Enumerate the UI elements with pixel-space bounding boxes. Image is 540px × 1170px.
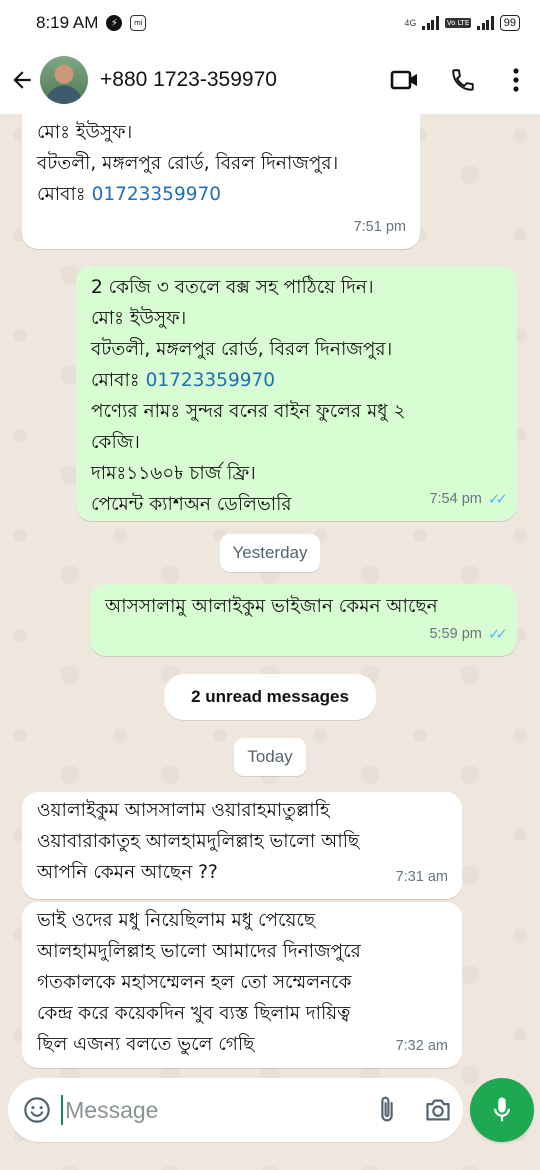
message-line: আপনি কেমন আছেন ?? <box>37 862 218 883</box>
message-bubble-incoming[interactable]: ভাই ওদের মধু নিয়েছিলাম মধু পেয়েছে আলহা… <box>22 902 462 1068</box>
message-line: ছিল এজন্য বলতে ভুলে গেছি <box>37 1034 255 1055</box>
attach-button[interactable] <box>361 1078 412 1142</box>
phone-link[interactable]: 01723359970 <box>146 370 275 391</box>
message-time: 5:59 pm <box>429 626 482 642</box>
message-meta: 7:54 pm ✓✓ <box>429 484 508 515</box>
read-ticks-icon: ✓✓ <box>487 626 508 643</box>
message-time: 7:31 am <box>395 869 448 885</box>
emoji-icon <box>23 1097 50 1123</box>
video-call-button[interactable] <box>376 46 434 114</box>
message-meta: 7:32 am <box>396 1031 448 1062</box>
message-input[interactable] <box>61 1095 362 1125</box>
phone-link[interactable]: 01723359970 <box>92 184 221 205</box>
voice-message-button[interactable] <box>470 1078 534 1142</box>
read-ticks-icon: ✓✓ <box>487 491 508 508</box>
chat-area[interactable]: মোঃ ইউসুফ। বটতলী, মঙ্গলপুর রোর্ড, বিরল দ… <box>0 114 540 1070</box>
avatar[interactable] <box>40 56 88 104</box>
message-line: কেজি। <box>91 432 140 453</box>
message-line: কেন্দ্র করে কয়েকদিন খুব ব্যস্ত ছিলাম দা… <box>37 1003 351 1024</box>
emoji-button[interactable] <box>12 1078 61 1142</box>
message-line: মোঃ ইউসুফ। <box>37 122 133 143</box>
message-meta: 5:59 pm ✓✓ <box>429 619 508 650</box>
status-time: 8:19 AM <box>36 13 99 32</box>
message-line: ওয়াবারাকাতুহ আলহামদুলিল্লাহ ভালো আছি <box>37 831 360 852</box>
message-line: আসসালামু আলাইকুম ভাইজান কেমন আছেন <box>105 596 438 617</box>
message-composer <box>8 1078 463 1142</box>
chat-header: +880 1723-359970 <box>0 46 540 114</box>
message-text: মোবাঃ <box>37 184 92 205</box>
arrow-left-icon <box>13 71 31 89</box>
volte-icon: Vo LTE <box>444 18 472 28</box>
message-line: আলহামদুলিল্লাহ ভালো আমাদের দিনাজপুরে <box>37 941 361 962</box>
message-time: 7:32 am <box>395 1038 448 1054</box>
message-bubble-incoming[interactable]: ওয়ালাইকুম আসসালাম ওয়ারাহমাতুল্লাহি ওয়… <box>22 792 462 899</box>
mi-notification-icon: mi <box>130 15 147 31</box>
microphone-icon <box>494 1097 510 1122</box>
message-line: ওয়ালাইকুম আসসালাম ওয়ারাহমাতুল্লাহি <box>37 800 330 821</box>
back-button[interactable] <box>2 46 42 114</box>
message-meta: 7:51 pm <box>354 212 406 243</box>
message-line: মোঃ ইউসুফ। <box>91 308 187 329</box>
signal-icon-1 <box>422 16 439 30</box>
battery-icon: 99 <box>499 15 520 31</box>
date-divider-today: Today <box>234 738 306 776</box>
message-line: মোবাঃ 01723359970 <box>37 179 406 210</box>
battery-level: 99 <box>503 17 516 29</box>
voice-call-button[interactable] <box>434 46 492 114</box>
message-time: 7:51 pm <box>353 219 406 235</box>
message-line: গতকালকে মহাসম্মেলন হল তো সম্মেলনকে <box>37 972 352 993</box>
contact-name[interactable]: +880 1723-359970 <box>100 68 376 92</box>
date-divider-yesterday: Yesterday <box>220 534 320 572</box>
more-vertical-icon <box>513 68 519 92</box>
phone-icon <box>452 69 474 91</box>
signal-icon-2 <box>477 16 494 30</box>
message-line: বটতলী, মঙ্গলপুর রোর্ড, বিরল দিনাজপুর। <box>37 153 339 174</box>
message-line: মোবাঃ 01723359970 <box>91 365 503 396</box>
message-line: 2 কেজি ৩ বতলে বক্স সহ পাঠিয়ে দিন। <box>91 277 374 298</box>
more-options-button[interactable] <box>492 46 540 114</box>
messenger-notification-icon: ⚡ <box>106 15 123 31</box>
network-type: 4G <box>404 18 417 28</box>
message-bubble-outgoing[interactable]: 2 কেজি ৩ বতলে বক্স সহ পাঠিয়ে দিন। মোঃ ই… <box>76 266 517 521</box>
message-bubble-outgoing[interactable]: আসসালামু আলাইকুম ভাইজান কেমন আছেন 5:59 p… <box>90 584 517 656</box>
message-line: পণ্যের নামঃ সুন্দর বনের বাইন ফুলের মধু ২ <box>91 401 406 422</box>
camera-button[interactable] <box>412 1078 463 1142</box>
paperclip-icon <box>380 1096 393 1122</box>
message-line: ভাই ওদের মধু নিয়েছিলাম মধু পেয়েছে <box>37 910 316 931</box>
camera-icon <box>425 1099 450 1121</box>
message-bubble-incoming[interactable]: মোঃ ইউসুফ। বটতলী, মঙ্গলপুর রোর্ড, বিরল দ… <box>22 114 420 249</box>
message-text: মোবাঃ <box>91 370 146 391</box>
message-time: 7:54 pm <box>429 491 482 507</box>
message-meta: 7:31 am <box>396 862 448 893</box>
status-bar: 8:19 AM ⚡ mi 4G Vo LTE 99 <box>0 0 540 46</box>
unread-messages-divider: 2 unread messages <box>164 674 376 720</box>
video-camera-icon <box>390 70 417 90</box>
message-line: বটতলী, মঙ্গলপুর রোর্ড, বিরল দিনাজপুর। <box>91 339 393 360</box>
